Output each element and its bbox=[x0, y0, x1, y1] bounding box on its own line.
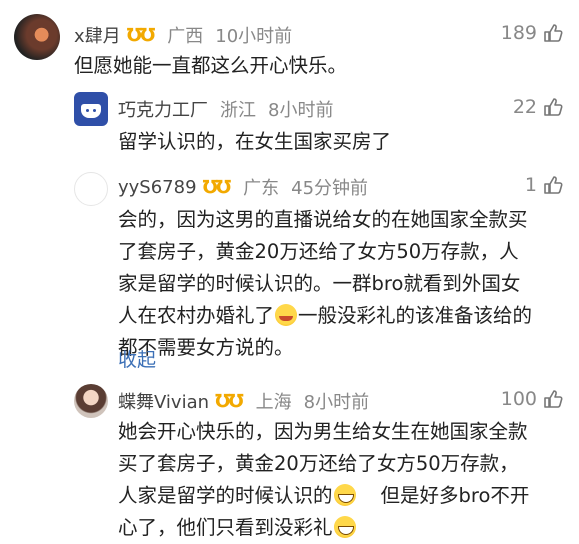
comment-fragment: 一般没彩礼的该准备该给的 bbox=[298, 304, 533, 327]
comment-line: 心了，他们只看到没彩礼 bbox=[118, 512, 529, 544]
username[interactable]: 巧克力工厂 bbox=[118, 96, 208, 122]
comment-line: 都不需要女方说的。 bbox=[118, 336, 294, 359]
like-count: 22 bbox=[512, 96, 537, 118]
like-button[interactable]: 1 bbox=[525, 174, 563, 196]
username[interactable]: x肆月 bbox=[74, 22, 121, 48]
logo-face-icon bbox=[81, 104, 101, 118]
username[interactable]: 蝶舞Vivian bbox=[118, 388, 209, 414]
comment-header: 巧克力工厂 浙江 8小时前 bbox=[118, 96, 333, 122]
comment-line: 了套房子，黄金20万还给了女方50万存款，人 bbox=[118, 240, 519, 263]
comment-fragment: 人家是留学的时候认识的 bbox=[118, 484, 333, 507]
thumbs-up-icon bbox=[544, 176, 563, 194]
grinning-emoji-icon bbox=[333, 516, 356, 538]
comment-line: 家是留学的时候认识的。一群bro就看到外国女 bbox=[118, 272, 521, 295]
user-avatar[interactable] bbox=[74, 172, 108, 206]
like-button[interactable]: 22 bbox=[513, 96, 563, 118]
comment-fragment: 但是好多bro不开 bbox=[380, 484, 530, 507]
location: 广东 bbox=[243, 178, 280, 199]
comment-fragment: 心了，他们只看到没彩礼 bbox=[118, 516, 333, 539]
location: 浙江 bbox=[220, 100, 256, 121]
comment-header: x肆月 ℧℧ 广西 10小时前 bbox=[74, 22, 292, 48]
comment-line: 人家是留学的时候认识的 但是好多bro不开 bbox=[118, 480, 529, 512]
comment-line: 买了套房子，黄金20万还给了女方50万存款， bbox=[118, 452, 519, 475]
like-count: 1 bbox=[524, 174, 537, 196]
grinning-emoji-icon bbox=[333, 484, 356, 506]
timestamp: 45分钟前 bbox=[291, 178, 369, 199]
comment-line: 人在农村办婚礼了 一般没彩礼的该准备该给的 bbox=[118, 300, 532, 332]
comment-fragment: 人在农村办婚礼了 bbox=[118, 304, 275, 327]
comment-text: 会的，因为这男的直播说给女的在她国家全款买 了套房子，黄金20万还给了女方50万… bbox=[118, 204, 532, 364]
comment-line: 会的，因为这男的直播说给女的在她国家全款买 bbox=[118, 208, 528, 231]
like-count: 100 bbox=[500, 388, 537, 410]
location: 上海 bbox=[255, 392, 292, 413]
vip-badge-icon: ℧℧ bbox=[215, 390, 244, 412]
user-avatar[interactable] bbox=[14, 14, 60, 60]
vip-badge-icon: ℧℧ bbox=[202, 176, 232, 198]
timestamp: 10小时前 bbox=[215, 26, 293, 47]
comment-text: 但愿她能一直都这么开心快乐。 bbox=[74, 54, 348, 77]
like-button[interactable]: 100 bbox=[501, 388, 563, 410]
comment-text: 留学认识的，在女生国家买房了 bbox=[118, 130, 392, 153]
timestamp: 8小时前 bbox=[268, 100, 334, 121]
thumbs-up-icon bbox=[544, 98, 563, 116]
thumbs-up-icon bbox=[544, 24, 563, 42]
comment-header: yyS6789 ℧℧ 广东 45分钟前 bbox=[118, 174, 368, 200]
username[interactable]: yyS6789 bbox=[118, 177, 197, 198]
like-count: 189 bbox=[500, 22, 537, 44]
comment-line: 她会开心快乐的，因为男生给女生在她国家全款 bbox=[118, 420, 528, 443]
user-avatar[interactable] bbox=[74, 92, 108, 126]
location: 广西 bbox=[167, 26, 204, 47]
crying-laughing-emoji-icon bbox=[275, 304, 298, 326]
timestamp: 8小时前 bbox=[303, 392, 370, 413]
like-button[interactable]: 189 bbox=[501, 22, 563, 44]
collapse-link[interactable]: 收起 bbox=[118, 345, 156, 372]
comment-header: 蝶舞Vivian ℧℧ 上海 8小时前 bbox=[118, 388, 369, 414]
user-avatar[interactable] bbox=[74, 384, 108, 418]
thumbs-up-icon bbox=[544, 390, 563, 408]
comment-text: 她会开心快乐的，因为男生给女生在她国家全款 买了套房子，黄金20万还给了女方50… bbox=[118, 416, 529, 544]
vip-badge-icon: ℧℧ bbox=[126, 24, 156, 46]
